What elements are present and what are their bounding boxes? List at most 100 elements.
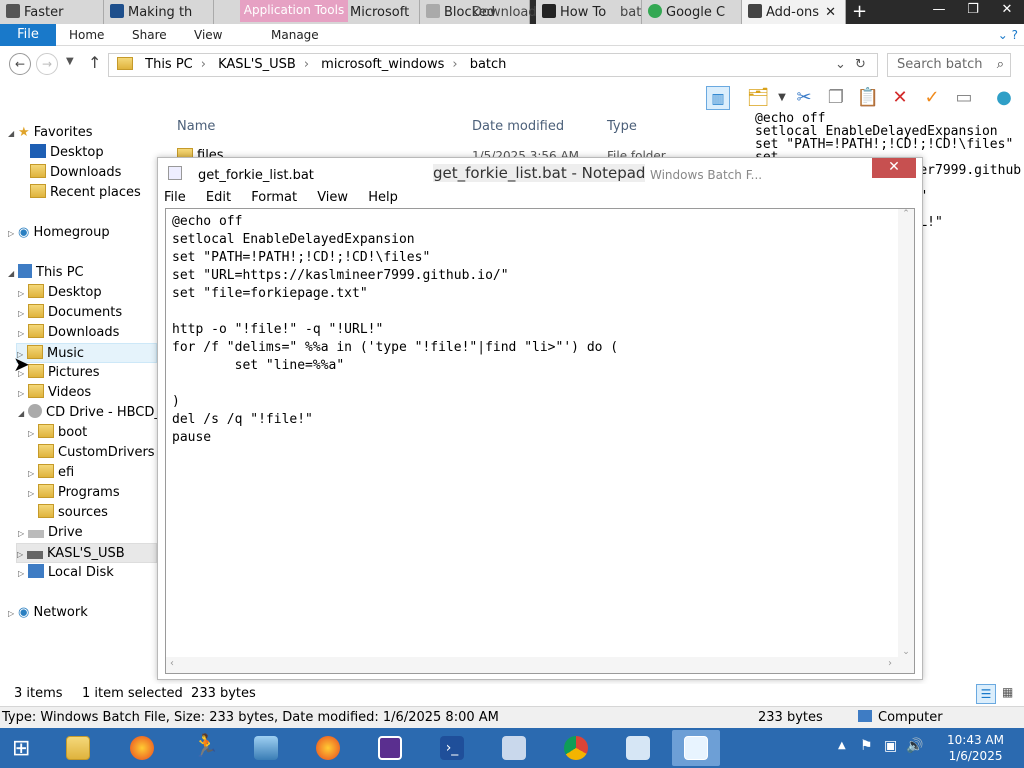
taskbar-file-explorer[interactable] [54,730,102,766]
nav-homegroup[interactable]: ▷ ◉ Homegroup [8,223,110,243]
nav-pc-downloads[interactable]: ▷ Downloads [18,323,119,343]
column-type[interactable]: Type [607,119,637,134]
taskbar-image-app[interactable] [242,730,290,766]
close-icon[interactable]: ✕ [990,0,1024,22]
network-status-icon[interactable]: ▣ [884,738,897,754]
taskbar-cpu-app[interactable] [366,730,414,766]
nav-sources[interactable]: sources [38,503,108,523]
copy-icon[interactable]: ❐ [824,86,848,110]
details-view-icon[interactable]: ☰ [976,684,996,704]
restore-icon[interactable]: ❐ [956,0,990,22]
taskbar-runner-app[interactable]: 🏃 [180,730,228,766]
network-icon[interactable]: ● [992,86,1016,110]
address-bar-row: ← → ▼ ↑ This PC › KASL'S_USB › microsoft_w… [0,50,1024,80]
notepad-titlebar[interactable]: get_forkie_list.bat get_forkie_list.bat … [158,158,922,188]
close-icon[interactable]: ✕ [872,158,916,178]
check-icon[interactable]: ✓ [920,86,944,110]
crumb-microsoft-windows[interactable]: microsoft_windows [321,57,444,72]
vertical-scrollbar[interactable]: ⌃ ⌄ [898,209,914,657]
taskbar-control-panel[interactable] [614,730,662,766]
minimize-icon[interactable]: — [922,0,956,22]
column-name[interactable]: Name [177,119,215,134]
nav-pictures[interactable]: ▷ Pictures [18,363,99,383]
chevron-down-icon[interactable]: ⌄ [835,54,846,76]
nav-desktop[interactable]: Desktop [30,143,104,163]
tab-view[interactable]: View [194,24,222,46]
taskbar-powershell[interactable]: ›_ [428,730,476,766]
nav-favorites[interactable]: ◢ ★ Favorites [8,123,93,143]
nav-efi[interactable]: ▷ efi [28,463,74,483]
preview-pane-icon[interactable]: ▥ [706,86,730,110]
crumb-this-pc[interactable]: This PC [145,57,193,72]
notepad-text-area[interactable]: @echo off setlocal EnableDelayedExpansio… [165,208,915,674]
taskbar-chrome[interactable] [552,730,600,766]
nav-drive[interactable]: ▷ Drive [18,523,83,543]
flag-icon[interactable]: ⚑ [860,738,873,754]
nav-videos[interactable]: ▷ Videos [18,383,91,403]
column-date-modified[interactable]: Date modified [472,119,564,134]
horizontal-scrollbar[interactable]: ‹ › [166,657,914,673]
nav-downloads[interactable]: Downloads [30,163,121,183]
nav-programs[interactable]: ▷ Programs [28,483,120,503]
nav-usb[interactable]: ▷ KASL'S_USB [16,543,157,563]
address-path[interactable]: This PC › KASL'S_USB › microsoft_windows › … [108,53,878,77]
ribbon-expand-icon[interactable]: ⌄ ? [998,24,1018,46]
volume-icon[interactable]: 🔊 [906,738,923,754]
folder-icon [28,284,44,298]
system-clock[interactable]: 10:43 AM 1/6/2025 [947,732,1004,764]
chevron-right-icon: ▷ [18,529,25,538]
browser-tab[interactable]: Faster [0,0,104,24]
cut-icon[interactable]: ✂ [792,86,816,110]
taskbar-notepad[interactable] [672,730,720,766]
close-tab-icon[interactable]: ✕ [825,5,836,20]
menu-view[interactable]: View [317,190,348,205]
tab-share[interactable]: Share [132,24,167,46]
nav-recent-places[interactable]: Recent places [30,183,141,203]
browser-tab[interactable]: Making th [104,0,214,24]
tab-manage[interactable]: Manage [271,24,319,46]
crumb-batch[interactable]: batch [470,57,507,72]
menu-help[interactable]: Help [368,190,398,205]
forward-button[interactable]: → [36,53,58,75]
menu-edit[interactable]: Edit [206,190,231,205]
tray-expand-icon[interactable]: ▲ [838,740,846,751]
crumb-usb[interactable]: KASL'S_USB [218,57,296,72]
start-button[interactable]: ⊞ [0,730,50,766]
nav-customdrivers[interactable]: CustomDrivers [38,443,155,463]
chevron-down-icon[interactable]: ▼ [770,86,794,110]
new-tab-icon[interactable]: + [846,0,876,24]
browser-tab[interactable]: Download [466,0,536,24]
batch-script-text[interactable]: @echo off setlocal EnableDelayedExpansio… [172,213,618,447]
nav-music[interactable]: ▷ Music [16,343,157,363]
nav-network[interactable]: ▷ ◉ Network [8,603,88,623]
taskbar-firefox[interactable] [118,730,166,766]
menu-format[interactable]: Format [251,190,297,205]
taskbar-media-app[interactable] [490,730,538,766]
nav-pc-desktop[interactable]: ▷ Desktop [18,283,102,303]
delete-icon[interactable]: ✕ [888,86,912,110]
taskbar-firefox-2[interactable] [304,730,352,766]
file-tab[interactable]: File [0,24,56,46]
browser-tab[interactable]: Google C [642,0,742,24]
rename-icon[interactable]: ▭ [952,86,976,110]
refresh-icon[interactable]: ↻ [855,54,866,76]
nav-boot[interactable]: ▷ boot [28,423,87,443]
notepad-window[interactable]: get_forkie_list.bat get_forkie_list.bat … [157,157,923,680]
large-icons-view-icon[interactable]: ▦ [1002,685,1013,699]
search-input[interactable]: Search batch ⌕ [887,53,1011,77]
tab-home[interactable]: Home [69,24,104,46]
nav-this-pc[interactable]: ◢ This PC [8,263,84,283]
taskbar: ⊞ 🏃 ›_ ▲ ⚑ ▣ 🔊 10:43 AM 1/6/2025 [0,728,1024,768]
back-button[interactable]: ← [9,53,31,75]
properties-icon[interactable]: 🗂 [746,86,770,110]
recent-dropdown-icon[interactable]: ▼ [66,56,74,67]
nav-cd-drive[interactable]: ◢ CD Drive - HBCD_ [18,403,161,423]
image-icon [254,736,278,760]
nav-documents[interactable]: ▷ Documents [18,303,122,323]
up-button[interactable]: ↑ [88,53,101,72]
nav-local-disk[interactable]: ▷ Local Disk [18,563,114,583]
navigation-pane: ◢ ★ Favorites Desktop Downloads Recent pl… [0,120,161,680]
paste-icon[interactable]: 📋 [856,86,880,110]
menu-file[interactable]: File [164,190,186,205]
browser-tab-active[interactable]: Add-ons ✕ [742,0,846,24]
